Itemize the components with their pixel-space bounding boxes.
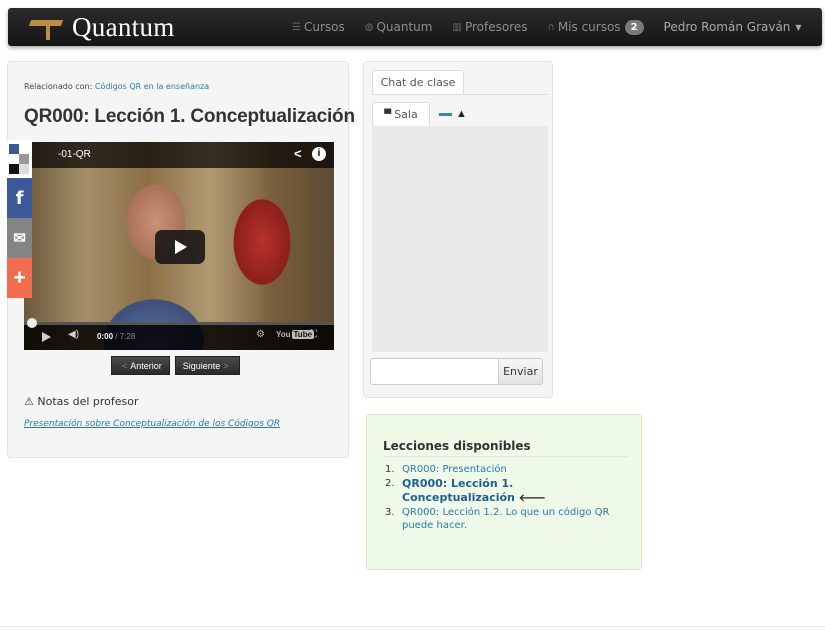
available-lessons-panel: Lecciones disponibles 1. QR000: Presenta… xyxy=(366,414,642,570)
facebook-icon: f xyxy=(15,187,24,209)
volume-icon[interactable]: ◀) xyxy=(68,329,79,340)
video-time-current: 0:00 xyxy=(97,332,114,341)
lesson-number: 3. xyxy=(385,507,395,518)
addthis-share-button[interactable] xyxy=(7,140,32,178)
courses-count-badge: 2 xyxy=(624,19,644,35)
list-icon: ☰ xyxy=(292,21,301,33)
nav-item-label: Quantum xyxy=(376,20,433,34)
tab-divider xyxy=(372,94,548,95)
teacher-notes-link[interactable]: Presentación sobre Conceptualización de … xyxy=(24,419,280,429)
lesson-title: QR000: Lección 1. Conceptualización xyxy=(24,106,355,127)
graduation-cap-logo-icon xyxy=(26,12,66,42)
youtube-logo[interactable]: You Tube xyxy=(276,330,315,339)
nav-item-mis-cursos[interactable]: ∩ Mis cursos 2 xyxy=(547,19,644,35)
room-tab-label: Sala xyxy=(394,108,418,121)
video-player[interactable]: -01-QR < i ◀) 0:00 / 7:28 ⚙ You Tube ⛶ xyxy=(24,142,334,350)
video-progress-bar[interactable] xyxy=(24,322,334,325)
lessons-title: Lecciones disponibles xyxy=(383,439,531,453)
tab-class-chat[interactable]: Chat de clase xyxy=(372,70,464,94)
brand-name: Quantum xyxy=(72,11,175,42)
previous-lesson-button[interactable]: < Anterior xyxy=(111,356,170,375)
next-lesson-button[interactable]: Siguiente > xyxy=(174,356,240,375)
lesson-number: 2. xyxy=(385,478,395,489)
arrow-left-icon: 🡐 xyxy=(518,493,546,504)
video-progress-handle[interactable] xyxy=(27,318,37,328)
nav-item-cursos[interactable]: ☰ Cursos xyxy=(292,20,345,34)
lesson-link-current[interactable]: QR000: Lección 1. Conceptualización xyxy=(402,477,515,504)
lesson-nav-buttons: < Anterior Siguiente > xyxy=(111,356,245,375)
youtube-you-text: You xyxy=(276,330,291,339)
brand-link[interactable]: Quantum xyxy=(26,10,175,44)
footer-divider xyxy=(0,626,825,627)
next-lesson-label: Siguiente xyxy=(182,360,221,371)
comment-icon: ▀ xyxy=(384,109,392,120)
video-time-total: / 7:28 xyxy=(115,332,136,341)
send-button[interactable]: Enviar xyxy=(498,358,543,385)
share-icon[interactable]: < xyxy=(294,146,302,161)
nav-item-quantum[interactable]: ◍ Quantum xyxy=(365,20,433,34)
share-sidebar: f ✉ + xyxy=(7,140,32,298)
facebook-share-button[interactable]: f xyxy=(7,178,32,218)
play-icon xyxy=(175,240,187,254)
chat-messages-area xyxy=(372,126,548,352)
user-menu[interactable]: Pedro Román Graván ▼ xyxy=(664,20,802,34)
list-item: 1. QR000: Presentación xyxy=(385,463,635,476)
main-nav: ☰ Cursos ◍ Quantum ▥ Profesores ∩ Mis cu… xyxy=(292,8,822,46)
plus-icon: + xyxy=(13,265,26,290)
teacher-notes-title: Notas del profesor xyxy=(37,395,139,408)
lesson-link[interactable]: QR000: Presentación xyxy=(402,463,507,476)
chevron-left-icon: < xyxy=(122,360,128,371)
users-bar-icon xyxy=(439,112,452,116)
list-item: 3. QR000: Lección 1.2. Lo que un código … xyxy=(385,506,635,532)
user-icon: ▲ xyxy=(456,108,467,120)
chevron-right-icon: > xyxy=(223,360,229,371)
video-time: 0:00 / 7:28 xyxy=(97,332,135,341)
warning-icon: ⚠ xyxy=(24,395,34,408)
control-play-icon[interactable] xyxy=(42,332,51,342)
chat-message-input[interactable] xyxy=(370,358,498,385)
video-title[interactable]: -01-QR xyxy=(58,149,91,160)
navbar-bar: Quantum ☰ Cursos ◍ Quantum ▥ Profesores … xyxy=(8,8,822,46)
related-course-link[interactable]: Códigos QR en la enseñanza xyxy=(95,82,209,91)
lesson-link[interactable]: QR000: Lección 1.2. Lo que un código QR … xyxy=(402,506,635,532)
tab-users[interactable]: ▲ xyxy=(439,108,467,120)
play-button[interactable] xyxy=(155,230,205,264)
settings-gear-icon[interactable]: ⚙ xyxy=(256,329,265,340)
chat-panel: Chat de clase ▀ Sala ▲ Enviar xyxy=(363,61,553,398)
previous-lesson-label: Anterior xyxy=(130,360,162,371)
nav-item-label: Profesores xyxy=(464,20,528,34)
building-icon: ▥ xyxy=(452,21,462,33)
nav-item-profesores[interactable]: ▥ Profesores xyxy=(452,20,527,34)
headphones-icon: ∩ xyxy=(547,21,555,33)
teacher-notes-heading: ⚠ Notas del profesor xyxy=(24,395,139,408)
nav-item-label: Cursos xyxy=(303,20,345,34)
nav-item-label: Mis cursos xyxy=(557,20,621,34)
addthis-logo-icon xyxy=(9,144,19,154)
list-item-current: 2. QR000: Lección 1. Conceptualización 🡐 xyxy=(385,477,635,505)
more-share-button[interactable]: + xyxy=(7,258,32,298)
lessons-list: 1. QR000: Presentación 2. QR000: Lección… xyxy=(385,463,635,533)
caret-down-icon: ▼ xyxy=(795,22,802,32)
fullscreen-icon[interactable]: ⛶ xyxy=(310,329,317,340)
user-name: Pedro Román Graván xyxy=(663,20,791,34)
related-prefix: Relacionado con: xyxy=(24,82,93,91)
mail-icon: ✉ xyxy=(13,230,26,247)
related-course: Relacionado con: Códigos QR en la enseña… xyxy=(24,82,209,91)
lesson-panel: Relacionado con: Códigos QR en la enseña… xyxy=(7,61,355,458)
email-share-button[interactable]: ✉ xyxy=(7,218,32,258)
top-navbar: Quantum ☰ Cursos ◍ Quantum ▥ Profesores … xyxy=(0,0,825,50)
tab-room[interactable]: ▀ Sala xyxy=(372,102,430,126)
lesson-number: 1. xyxy=(385,464,395,475)
lessons-divider xyxy=(383,456,627,457)
info-icon[interactable]: i xyxy=(312,147,326,161)
globe-icon: ◍ xyxy=(364,21,374,33)
